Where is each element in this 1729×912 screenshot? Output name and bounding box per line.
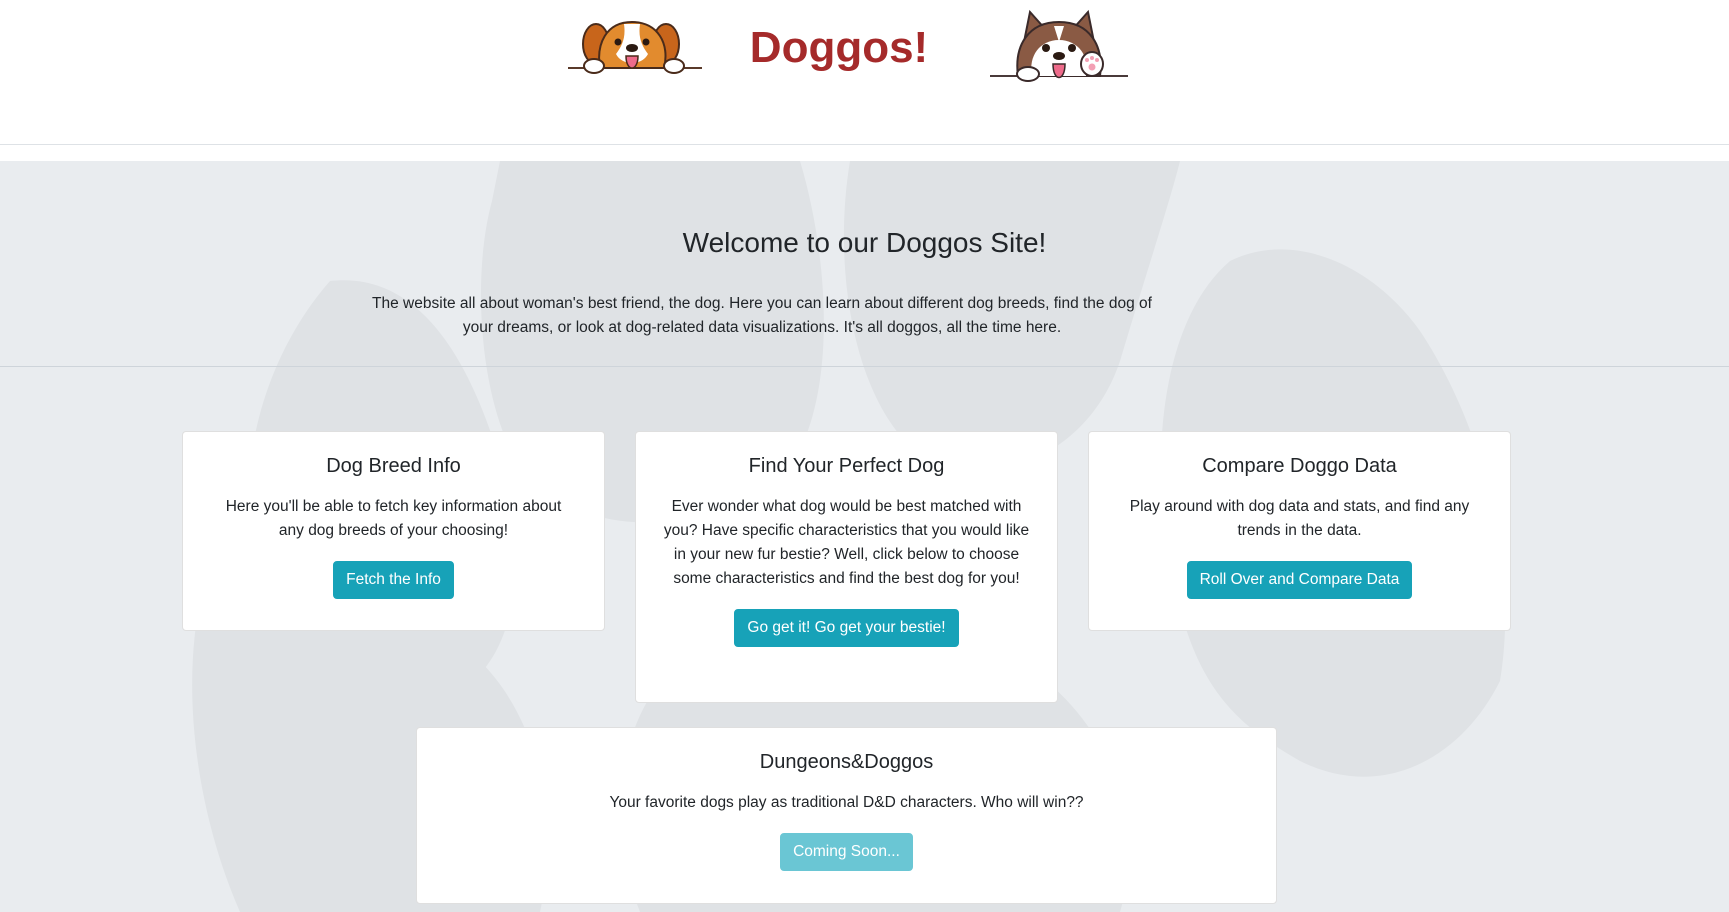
go-get-bestie-button[interactable]: Go get it! Go get your bestie! [734,609,959,647]
card-title: Find Your Perfect Dog [748,455,945,477]
find-perfect-dog-card: Find Your Perfect Dog Ever wonder what d… [635,431,1058,703]
main-content: Welcome to our Doggos Site! The website … [0,161,1729,912]
card-title: Dungeons&Doggos [759,751,934,773]
compare-data-button[interactable]: Roll Over and Compare Data [1186,561,1413,599]
welcome-description: The website all about woman's best frien… [372,295,1152,336]
fetch-info-button[interactable]: Fetch the Info [333,561,454,599]
card-text: Play around with dog data and stats, and… [1129,498,1470,539]
welcome-title: Welcome to our Doggos Site! [682,227,1047,258]
welcome-section: Welcome to our Doggos Site! The website … [0,161,1729,367]
beagle-peeking-icon [568,20,702,74]
card-text: Here you'll be able to fetch key informa… [225,498,562,539]
site-header: Doggos! [0,0,1729,145]
card-text: Your favorite dogs play as traditional D… [609,794,1084,811]
card-title: Compare Doggo Data [1202,455,1397,477]
dog-breed-info-card: Dog Breed Info Here you'll be able to fe… [182,431,605,631]
card-text: Ever wonder what dog would be best match… [663,498,1030,587]
husky-waving-icon [990,9,1128,82]
compare-doggo-data-card: Compare Doggo Data Play around with dog … [1088,431,1511,631]
site-title: Doggos! [749,23,929,72]
dungeons-and-doggos-card: Dungeons&Doggos Your favorite dogs play … [416,727,1277,904]
coming-soon-button[interactable]: Coming Soon... [780,833,913,871]
card-title: Dog Breed Info [326,455,461,477]
